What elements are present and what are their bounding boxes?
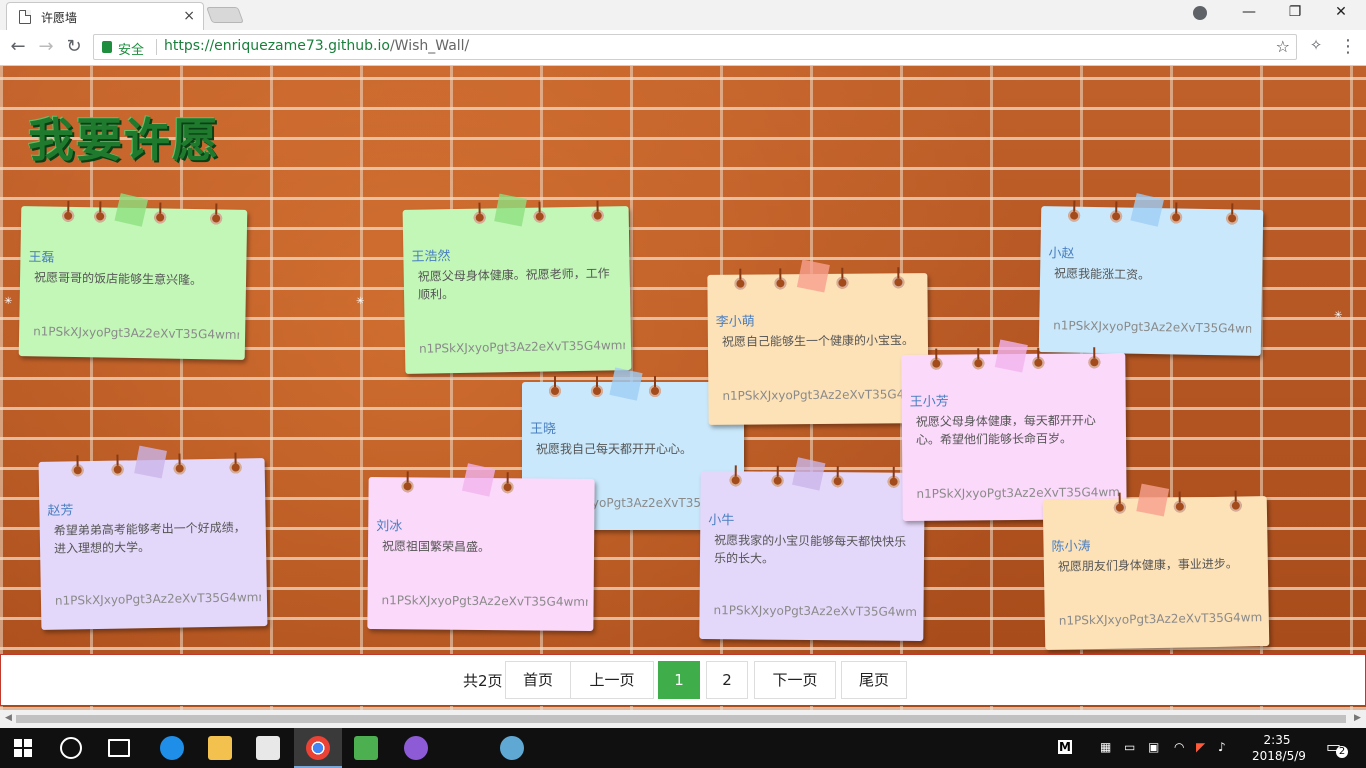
minimize-button[interactable]: — — [1226, 4, 1272, 20]
scroll-left-icon[interactable]: ◀ — [5, 713, 12, 723]
profile-icon[interactable] — [1193, 6, 1207, 20]
forward-arrow-icon[interactable]: → — [35, 36, 57, 57]
wish-note[interactable]: 王磊 祝愿哥哥的饭店能够生意兴隆。 n1PSkXJxyoPgt3Az2eXvT3… — [18, 193, 248, 360]
sparkle-decoration: ✳ — [4, 296, 13, 307]
github-desktop-icon[interactable] — [404, 736, 428, 760]
chrome-icon[interactable] — [306, 736, 330, 760]
browser-tabbar: 许愿墙 × — ❐ ✕ — [0, 0, 1366, 30]
note-author: 小赵 — [1048, 246, 1075, 262]
browser-tab-active[interactable]: 许愿墙 × — [6, 2, 204, 30]
note-id: n1PSkXJxyoPgt3Az2eXvT35G4wmru — [381, 593, 588, 609]
note-wish-text: 祝愿我能涨工资。 — [1053, 266, 1151, 282]
volume-icon[interactable]: ♪ — [1218, 740, 1232, 754]
sparkle-decoration: ✳ — [356, 296, 365, 307]
close-window-button[interactable]: ✕ — [1318, 4, 1364, 20]
wish-note[interactable]: 赵芳 希望弟弟高考能够考出一个好成绩，进入理想的大学。 n1PSkXJxyoPg… — [38, 445, 268, 630]
note-id: n1PSkXJxyoPgt3Az2eXvT35G4wmru — [33, 324, 240, 342]
clock-date: 2018/5/9 — [1252, 749, 1306, 763]
page-total: 共2页 — [463, 672, 503, 690]
page-title: 我要许愿 — [28, 113, 220, 167]
notepad-plus-icon[interactable] — [354, 736, 378, 760]
note-author: 赵芳 — [47, 503, 74, 519]
tray-device-icon[interactable]: ▦ — [1100, 740, 1114, 754]
secure-label: 安全 — [118, 43, 145, 58]
maximize-button[interactable]: ❐ — [1272, 4, 1318, 20]
tray-app-icon[interactable]: ▣ — [1148, 740, 1162, 754]
wish-wall: 我要许愿 ✳ ✳ ✳ 王磊 祝愿哥哥的饭店能够生意兴隆。 n1PSkXJxyoP… — [0, 66, 1366, 710]
reload-icon[interactable]: ↻ — [63, 36, 85, 57]
file-explorer-icon[interactable] — [208, 736, 232, 760]
note-wish-text: 祝愿自己能够生一个健康的小宝宝。 — [721, 333, 915, 349]
edge-browser-icon[interactable] — [160, 736, 184, 760]
antivirus-icon[interactable]: ◤ — [1196, 740, 1210, 754]
scroll-right-icon[interactable]: ▶ — [1354, 713, 1361, 723]
tab-close-icon[interactable]: × — [183, 8, 195, 24]
task-view-icon[interactable] — [108, 739, 130, 757]
note-author: 刘冰 — [376, 519, 403, 535]
note-author: 小牛 — [708, 513, 735, 529]
page-2-button[interactable]: 2 — [706, 661, 748, 699]
note-id: n1PSkXJxyoPgt3Az2eXvT35G4wmru — [418, 338, 626, 356]
notification-count: 2 — [1336, 746, 1348, 758]
wish-note[interactable]: 王浩然 祝愿父母身体健康。祝愿老师，工作顺利。 n1PSkXJxyoPgt3Az… — [402, 193, 632, 374]
note-author: 李小萌 — [715, 314, 755, 330]
wish-note[interactable]: 刘冰 祝愿祖国繁荣昌盛。 n1PSkXJxyoPgt3Az2eXvT35G4wm… — [367, 463, 595, 631]
url-path: /Wish_Wall/ — [389, 38, 470, 54]
scroll-thumb[interactable] — [16, 715, 1346, 723]
wish-note[interactable]: 李小萌 祝愿自己能够生一个健康的小宝宝。 n1PSkXJxyoPgt3Az2eX… — [707, 259, 929, 425]
note-wish-text: 祝愿我家的小宝贝能够每天都快快乐乐的长大。 — [713, 533, 907, 566]
bookmark-star-icon[interactable]: ☆ — [1276, 37, 1290, 56]
url-host: https://enriquezame73.github.io — [164, 38, 390, 54]
paint-icon[interactable] — [500, 736, 524, 760]
taskbar-clock[interactable]: 2:35 2018/5/9 — [1252, 732, 1306, 764]
note-wish-text: 祝愿父母身体健康。祝愿老师，工作顺利。 — [417, 266, 610, 302]
horizontal-scrollbar[interactable]: ◀ ▶ — [0, 710, 1366, 728]
page-1-button[interactable]: 1 — [658, 661, 700, 699]
omnibox-divider — [156, 39, 157, 55]
next-page-button[interactable]: 下一页 — [754, 661, 836, 699]
note-wish-text: 希望弟弟高考能够考出一个好成绩，进入理想的大学。 — [53, 520, 246, 556]
wish-note[interactable]: 小赵 祝愿我能涨工资。 n1PSkXJxyoPgt3Az2eXvT35G4wmr… — [1038, 193, 1264, 356]
note-id: n1PSkXJxyoPgt3Az2eXvT35G4wmru — [1058, 610, 1263, 628]
wish-note[interactable]: 陈小涛 祝愿朋友们身体健康，事业进步。 n1PSkXJxyoPgt3Az2eXv… — [1042, 483, 1270, 650]
browser-toolbar: ← → ↻ 安全 https://enriquezame73.github.io… — [0, 30, 1366, 66]
note-author: 王磊 — [28, 250, 55, 266]
new-tab-button[interactable] — [206, 7, 244, 23]
windows-start-icon[interactable] — [14, 739, 32, 757]
prev-page-button[interactable]: 上一页 — [570, 661, 654, 699]
note-author: 陈小涛 — [1051, 539, 1091, 555]
clock-time: 2:35 — [1263, 733, 1291, 747]
note-author: 王晓 — [530, 422, 557, 437]
sparkle-decoration: ✳ — [1334, 310, 1343, 321]
note-wish-text: 祝愿朋友们身体健康，事业进步。 — [1057, 556, 1238, 574]
menu-kebab-icon[interactable]: ⋮ — [1337, 36, 1359, 57]
cortana-search-icon[interactable] — [60, 737, 82, 759]
note-wish-text: 祝愿我自己每天都开开心心。 — [536, 442, 693, 456]
wish-note[interactable]: 小牛 祝愿我家的小宝贝能够每天都快快乐乐的长大。 n1PSkXJxyoPgt3A… — [699, 457, 925, 641]
note-author: 王小芳 — [909, 394, 949, 410]
tray-battery-icon[interactable]: ▭ — [1124, 740, 1138, 754]
last-page-button[interactable]: 尾页 — [841, 661, 907, 699]
store-icon[interactable] — [256, 736, 280, 760]
wifi-icon[interactable]: ◠ — [1174, 740, 1188, 754]
extension-icon[interactable]: ✧ — [1305, 36, 1327, 54]
back-arrow-icon[interactable]: ← — [7, 36, 29, 57]
note-id: n1PSkXJxyoPgt3Az2eXvT35G4wmru — [713, 603, 918, 619]
note-wish-text: 祝愿父母身体健康，每天都开开心心。希望他们能够长命百岁。 — [915, 413, 1096, 447]
note-id: n1PSkXJxyoPgt3Az2eXvT35G4wmru — [722, 387, 919, 403]
url-text[interactable]: https://enriquezame73.github.io/Wish_Wal… — [164, 38, 469, 54]
lock-icon — [102, 41, 112, 53]
note-wish-text: 祝愿哥哥的饭店能够生意兴隆。 — [33, 270, 203, 288]
tab-title: 许愿墙 — [41, 11, 78, 25]
note-id: n1PSkXJxyoPgt3Az2eXvT35G4wmru — [54, 590, 262, 608]
note-id: n1PSkXJxyoPgt3Az2eXvT35G4wmru — [1053, 318, 1252, 336]
windows-taskbar: M ▦ ▭ ▣ ◠ ◤ ♪ 2:35 2018/5/9 ▭ 2 — [0, 728, 1366, 768]
page-favicon-icon — [19, 10, 31, 24]
address-bar[interactable]: 安全 https://enriquezame73.github.io/Wish_… — [93, 34, 1297, 60]
note-author: 王浩然 — [411, 249, 451, 265]
ime-m-icon[interactable]: M — [1058, 740, 1072, 754]
first-page-button[interactable]: 首页 — [505, 661, 571, 699]
pagination-bar: 共2页 首页 上一页 1 2 下一页 尾页 — [0, 654, 1366, 706]
note-wish-text: 祝愿祖国繁荣昌盛。 — [382, 539, 491, 555]
